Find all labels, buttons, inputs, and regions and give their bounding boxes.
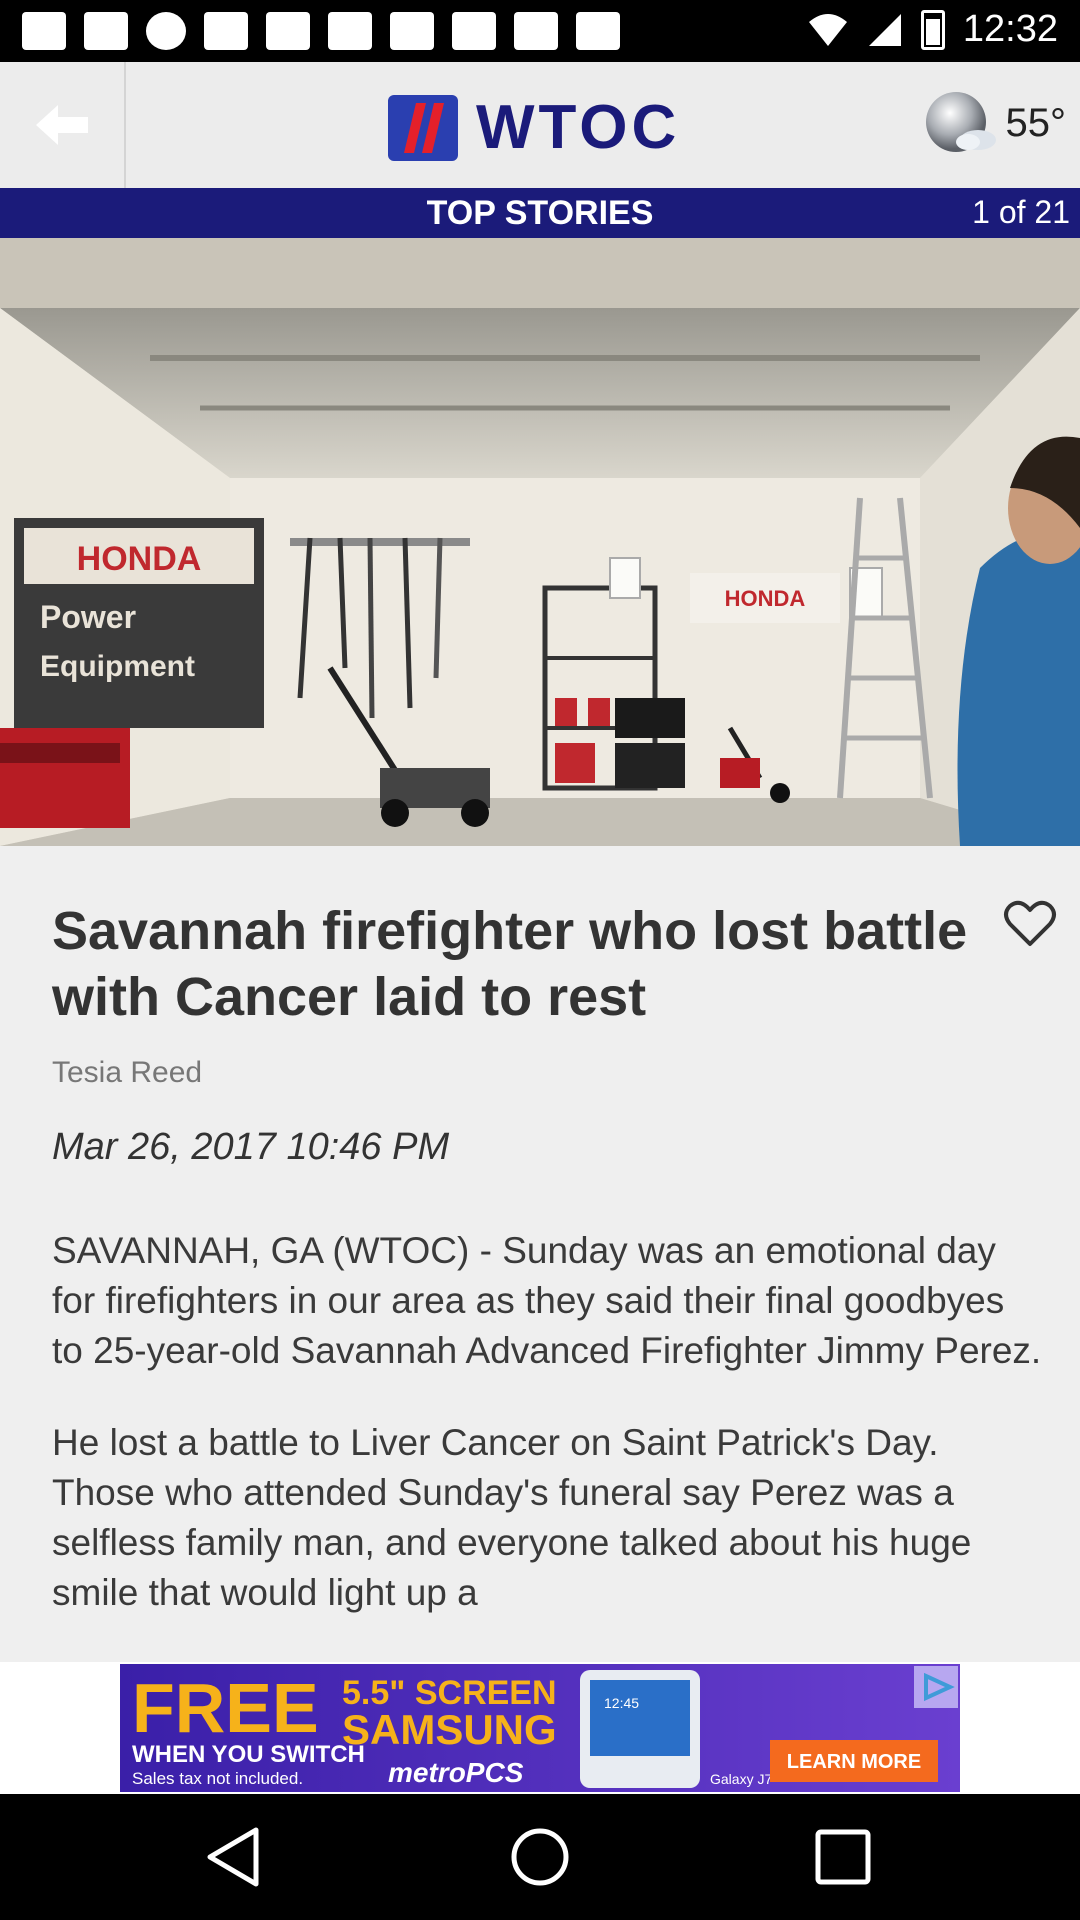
battery-icon [920, 9, 945, 50]
more-notifications-icon [576, 12, 620, 50]
ad-learn-more-button[interactable]: LEARN MORE [787, 1751, 921, 1773]
notification-icon [390, 12, 434, 50]
app-header: WTOC 55° [0, 62, 1080, 189]
logo-text: WTOC [476, 93, 681, 162]
ad-phone-model: Galaxy J7 [710, 1771, 772, 1787]
garage-photo: HONDA Power Equipment HONDA [0, 238, 1080, 846]
story-counter: 1 of 21 [972, 194, 1070, 230]
article-paragraph: SAVANNAH, GA (WTOC) - Sunday was an emot… [52, 1230, 1042, 1371]
nav-back-icon[interactable] [200, 1822, 270, 1892]
article-headline: Savannah firefighter who lost battle wit… [52, 901, 968, 1027]
section-title: TOP STORIES [426, 194, 654, 232]
ad-phone-time: 12:45 [604, 1695, 639, 1711]
sign-power: Power [40, 599, 136, 635]
wifi-icon [808, 13, 847, 46]
media-icon [146, 12, 186, 50]
ad-carrier: metroPCS [388, 1757, 524, 1788]
nav-home-icon[interactable] [505, 1822, 575, 1892]
notification-icons [22, 12, 620, 50]
ad-banner[interactable]: FREE 5.5" SCREEN SAMSUNG WHEN YOU SWITCH… [120, 1664, 960, 1792]
news-icon [452, 12, 496, 50]
status-bar: 12:32 [0, 0, 1080, 62]
weather-widget[interactable]: 55° [924, 90, 1067, 156]
notification-icon [204, 12, 248, 50]
ad-switch: WHEN YOU SWITCH [132, 1741, 365, 1768]
facebook-icon [84, 12, 128, 50]
sign-honda-left: HONDA [77, 540, 202, 578]
article-date: Mar 26, 2017 10:46 PM [52, 1126, 450, 1168]
story-image[interactable]: HONDA Power Equipment HONDA [0, 238, 1080, 846]
temperature: 55° [1005, 100, 1067, 145]
article: Savannah firefighter who lost battle wit… [0, 846, 1080, 1662]
section-bar: TOP STORIES 1 of 21 [0, 188, 1080, 238]
arrow-left-icon [36, 105, 88, 145]
navigation-bar [0, 1794, 1080, 1920]
notification-icon [514, 12, 558, 50]
notification-icon [266, 12, 310, 50]
back-button[interactable] [0, 62, 126, 188]
nav-recents-icon[interactable] [808, 1822, 878, 1892]
clock: 12:32 [962, 8, 1058, 50]
message-icon [22, 12, 66, 50]
wtoc-logo: WTOC [388, 92, 680, 163]
ad-creative: FREE 5.5" SCREEN SAMSUNG WHEN YOU SWITCH… [120, 1664, 960, 1792]
ad-strip: FREE 5.5" SCREEN SAMSUNG WHEN YOU SWITCH… [0, 1662, 1080, 1794]
ad-free: FREE [132, 1669, 319, 1747]
ad-tax: Sales tax not included. [132, 1769, 303, 1788]
signal-icon [868, 13, 901, 46]
wtoc-logo-mark-icon [388, 94, 458, 161]
heart-icon [1004, 900, 1056, 946]
article-paragraph: He lost a battle to Liver Cancer on Sain… [52, 1422, 972, 1613]
ad-brand: SAMSUNG [342, 1706, 557, 1753]
article-body: SAVANNAH, GA (WTOC) - Sunday was an emot… [52, 1226, 1042, 1660]
partly-cloudy-icon [925, 92, 996, 152]
notification-icon [328, 12, 372, 50]
favorite-button[interactable] [1002, 896, 1058, 952]
sign-equipment: Equipment [40, 650, 195, 683]
article-author: Tesia Reed [52, 1056, 203, 1089]
sign-honda-right: HONDA [725, 586, 806, 611]
